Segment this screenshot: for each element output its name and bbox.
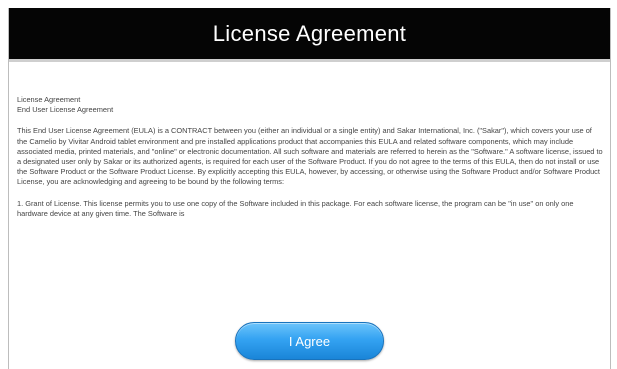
button-bar: I Agree	[9, 314, 610, 360]
license-paragraph-1: This End User License Agreement (EULA) i…	[17, 126, 603, 187]
agree-button[interactable]: I Agree	[235, 322, 384, 360]
license-subheading: End User License Agreement	[17, 105, 114, 115]
license-dialog: License Agreement License Agreement End …	[8, 8, 611, 369]
license-heading: License Agreement	[17, 95, 81, 104]
license-text-scroll-area[interactable]: License Agreement End User License Agree…	[9, 65, 610, 305]
dialog-title: License Agreement	[9, 8, 610, 62]
license-paragraph-2: 1. Grant of License. This license permit…	[17, 198, 574, 218]
